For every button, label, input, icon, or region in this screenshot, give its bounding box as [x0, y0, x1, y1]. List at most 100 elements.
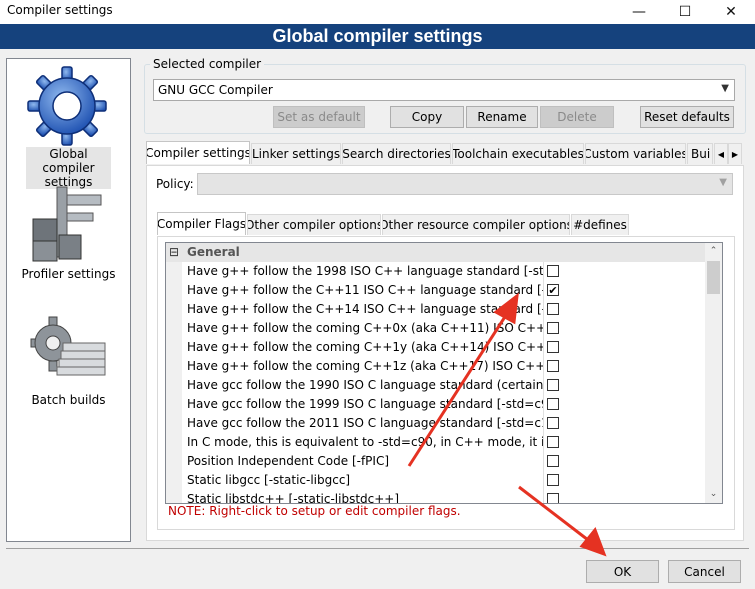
flag-label: Have gcc follow the 1990 ISO C language … — [187, 378, 543, 392]
flags-group-header[interactable]: ⊟ General — [166, 243, 705, 262]
flag-row[interactable]: Have gcc follow the 1999 ISO C language … — [166, 395, 705, 414]
flag-label: Static libgcc [-static-libgcc] — [187, 473, 351, 487]
tab-defines[interactable]: #defines — [571, 214, 629, 235]
flag-label: Have gcc follow the 2011 ISO C language … — [187, 416, 543, 430]
flag-row[interactable]: Have g++ follow the coming C++1z (aka C+… — [166, 357, 705, 376]
flag-row[interactable]: Have g++ follow the C++14 ISO C++ langua… — [166, 300, 705, 319]
tab-search-directories[interactable]: Search directories — [342, 143, 451, 164]
flag-checkbox[interactable] — [547, 341, 559, 353]
page-title-banner: Global compiler settings — [0, 24, 755, 49]
flag-row[interactable]: Position Independent Code [-fPIC] — [166, 452, 705, 471]
flag-row[interactable]: Have gcc follow the 1990 ISO C language … — [166, 376, 705, 395]
tab-scroll-left-button[interactable]: ◀ — [714, 143, 728, 164]
close-button[interactable]: ✕ — [708, 0, 754, 24]
flag-row[interactable]: Have g++ follow the coming C++1y (aka C+… — [166, 338, 705, 357]
batch-gear-icon — [30, 316, 106, 376]
column-divider — [543, 357, 544, 376]
flag-row[interactable]: Have g++ follow the C++11 ISO C++ langua… — [166, 281, 705, 300]
compiler-select-value: GNU GCC Compiler — [158, 83, 273, 97]
scroll-up-icon[interactable]: ⌃ — [705, 243, 722, 260]
flags-note: NOTE: Right-click to setup or edit compi… — [168, 504, 461, 518]
column-divider — [543, 452, 544, 471]
flag-checkbox[interactable] — [547, 417, 559, 429]
flag-row[interactable]: Have g++ follow the 1998 ISO C++ languag… — [166, 262, 705, 281]
sidebar-item-label: Batch builds — [31, 393, 106, 407]
window-title: Compiler settings — [7, 3, 113, 17]
flag-row[interactable]: Static libgcc [-static-libgcc] — [166, 471, 705, 490]
collapse-icon[interactable]: ⊟ — [169, 243, 179, 262]
set-as-default-button[interactable]: Set as default — [273, 106, 365, 128]
rename-button[interactable]: Rename — [466, 106, 538, 128]
compiler-subtabs: Compiler Flags Other compiler options Ot… — [157, 212, 637, 236]
flag-checkbox[interactable] — [547, 455, 559, 467]
column-divider — [543, 262, 544, 281]
flags-group-label: General — [187, 245, 240, 259]
tab-toolchain-executables[interactable]: Toolchain executables — [452, 143, 584, 164]
title-bar: Compiler settings — ☐ ✕ — [0, 0, 755, 24]
sidebar-item-profiler[interactable]: Profiler settings — [7, 185, 130, 285]
flag-checkbox[interactable] — [547, 303, 559, 315]
flag-checkbox[interactable]: ✔ — [547, 284, 559, 296]
flag-label: Have gcc follow the 1999 ISO C language … — [187, 397, 543, 411]
delete-button[interactable]: Delete — [540, 106, 614, 128]
flag-row[interactable]: Have gcc follow the 2011 ISO C language … — [166, 414, 705, 433]
minimize-icon: — — [632, 4, 646, 20]
flag-checkbox[interactable] — [547, 265, 559, 277]
flag-label: Have g++ follow the C++14 ISO C++ langua… — [187, 302, 543, 316]
sidebar-item-batch-builds[interactable]: Batch builds — [7, 315, 130, 415]
flag-checkbox[interactable] — [547, 474, 559, 486]
flag-checkbox[interactable] — [547, 360, 559, 372]
flag-label: Have g++ follow the C++11 ISO C++ langua… — [187, 283, 543, 297]
sidebar-item-global-compiler[interactable]: Global compiler settings — [7, 59, 130, 189]
column-divider — [543, 471, 544, 490]
cancel-button[interactable]: Cancel — [668, 560, 741, 583]
flag-checkbox[interactable] — [547, 398, 559, 410]
compiler-select[interactable]: GNU GCC Compiler ▼ — [153, 79, 735, 101]
flag-label: Have g++ follow the coming C++1z (aka C+… — [187, 359, 543, 373]
tab-build-options[interactable]: Bui — [687, 143, 713, 164]
flag-label: Have g++ follow the 1998 ISO C++ languag… — [187, 264, 543, 278]
tab-compiler-flags[interactable]: Compiler Flags — [157, 212, 246, 235]
maximize-button[interactable]: ☐ — [662, 0, 708, 24]
scroll-down-icon[interactable]: ⌄ — [705, 486, 722, 503]
maximize-icon: ☐ — [678, 4, 692, 20]
column-divider — [543, 338, 544, 357]
copy-button[interactable]: Copy — [390, 106, 464, 128]
column-divider — [543, 376, 544, 395]
flags-scrollbar[interactable]: ⌃ ⌄ — [705, 243, 722, 503]
column-divider — [543, 433, 544, 452]
tab-other-resource-compiler-options[interactable]: Other resource compiler options — [382, 214, 570, 235]
minimize-button[interactable]: — — [616, 0, 662, 24]
flag-checkbox[interactable] — [547, 436, 559, 448]
reset-defaults-button[interactable]: Reset defaults — [640, 106, 734, 128]
column-divider — [543, 395, 544, 414]
chevron-down-icon: ▼ — [719, 177, 727, 188]
flag-checkbox[interactable] — [547, 493, 559, 503]
flag-checkbox[interactable] — [547, 379, 559, 391]
column-divider — [543, 490, 544, 503]
flag-row[interactable]: In C mode, this is equivalent to -std=c9… — [166, 433, 705, 452]
tab-custom-variables[interactable]: Custom variables — [585, 143, 686, 164]
scroll-thumb[interactable] — [707, 261, 720, 294]
tab-compiler-settings[interactable]: Compiler settings — [146, 141, 250, 164]
ok-button[interactable]: OK — [586, 560, 659, 583]
column-divider — [543, 300, 544, 319]
tab-other-compiler-options[interactable]: Other compiler options — [247, 214, 381, 235]
flag-row[interactable]: Static libstdc++ [-static-libstdc++] — [166, 490, 705, 504]
column-divider — [543, 281, 544, 300]
settings-tabs: Compiler settings Linker settings Search… — [146, 141, 746, 165]
policy-select[interactable]: ▼ — [197, 173, 733, 195]
chevron-down-icon: ▼ — [721, 83, 729, 94]
tab-linker-settings[interactable]: Linker settings — [251, 143, 341, 164]
policy-label: Policy: — [156, 177, 194, 191]
flag-label: Position Independent Code [-fPIC] — [187, 454, 390, 468]
flag-checkbox[interactable] — [547, 322, 559, 334]
selected-compiler-legend: Selected compiler — [150, 57, 265, 71]
flag-label: Static libstdc++ [-static-libstdc++] — [187, 492, 400, 504]
arrow-right-icon: ▶ — [731, 149, 739, 159]
tab-scroll-right-button[interactable]: ▶ — [728, 143, 742, 164]
arrow-left-icon: ◀ — [717, 149, 725, 159]
caliper-icon — [32, 186, 102, 262]
flag-row[interactable]: Have g++ follow the coming C++0x (aka C+… — [166, 319, 705, 338]
compiler-flags-list: ⊟ General Have g++ follow the 1998 ISO C… — [165, 242, 723, 504]
